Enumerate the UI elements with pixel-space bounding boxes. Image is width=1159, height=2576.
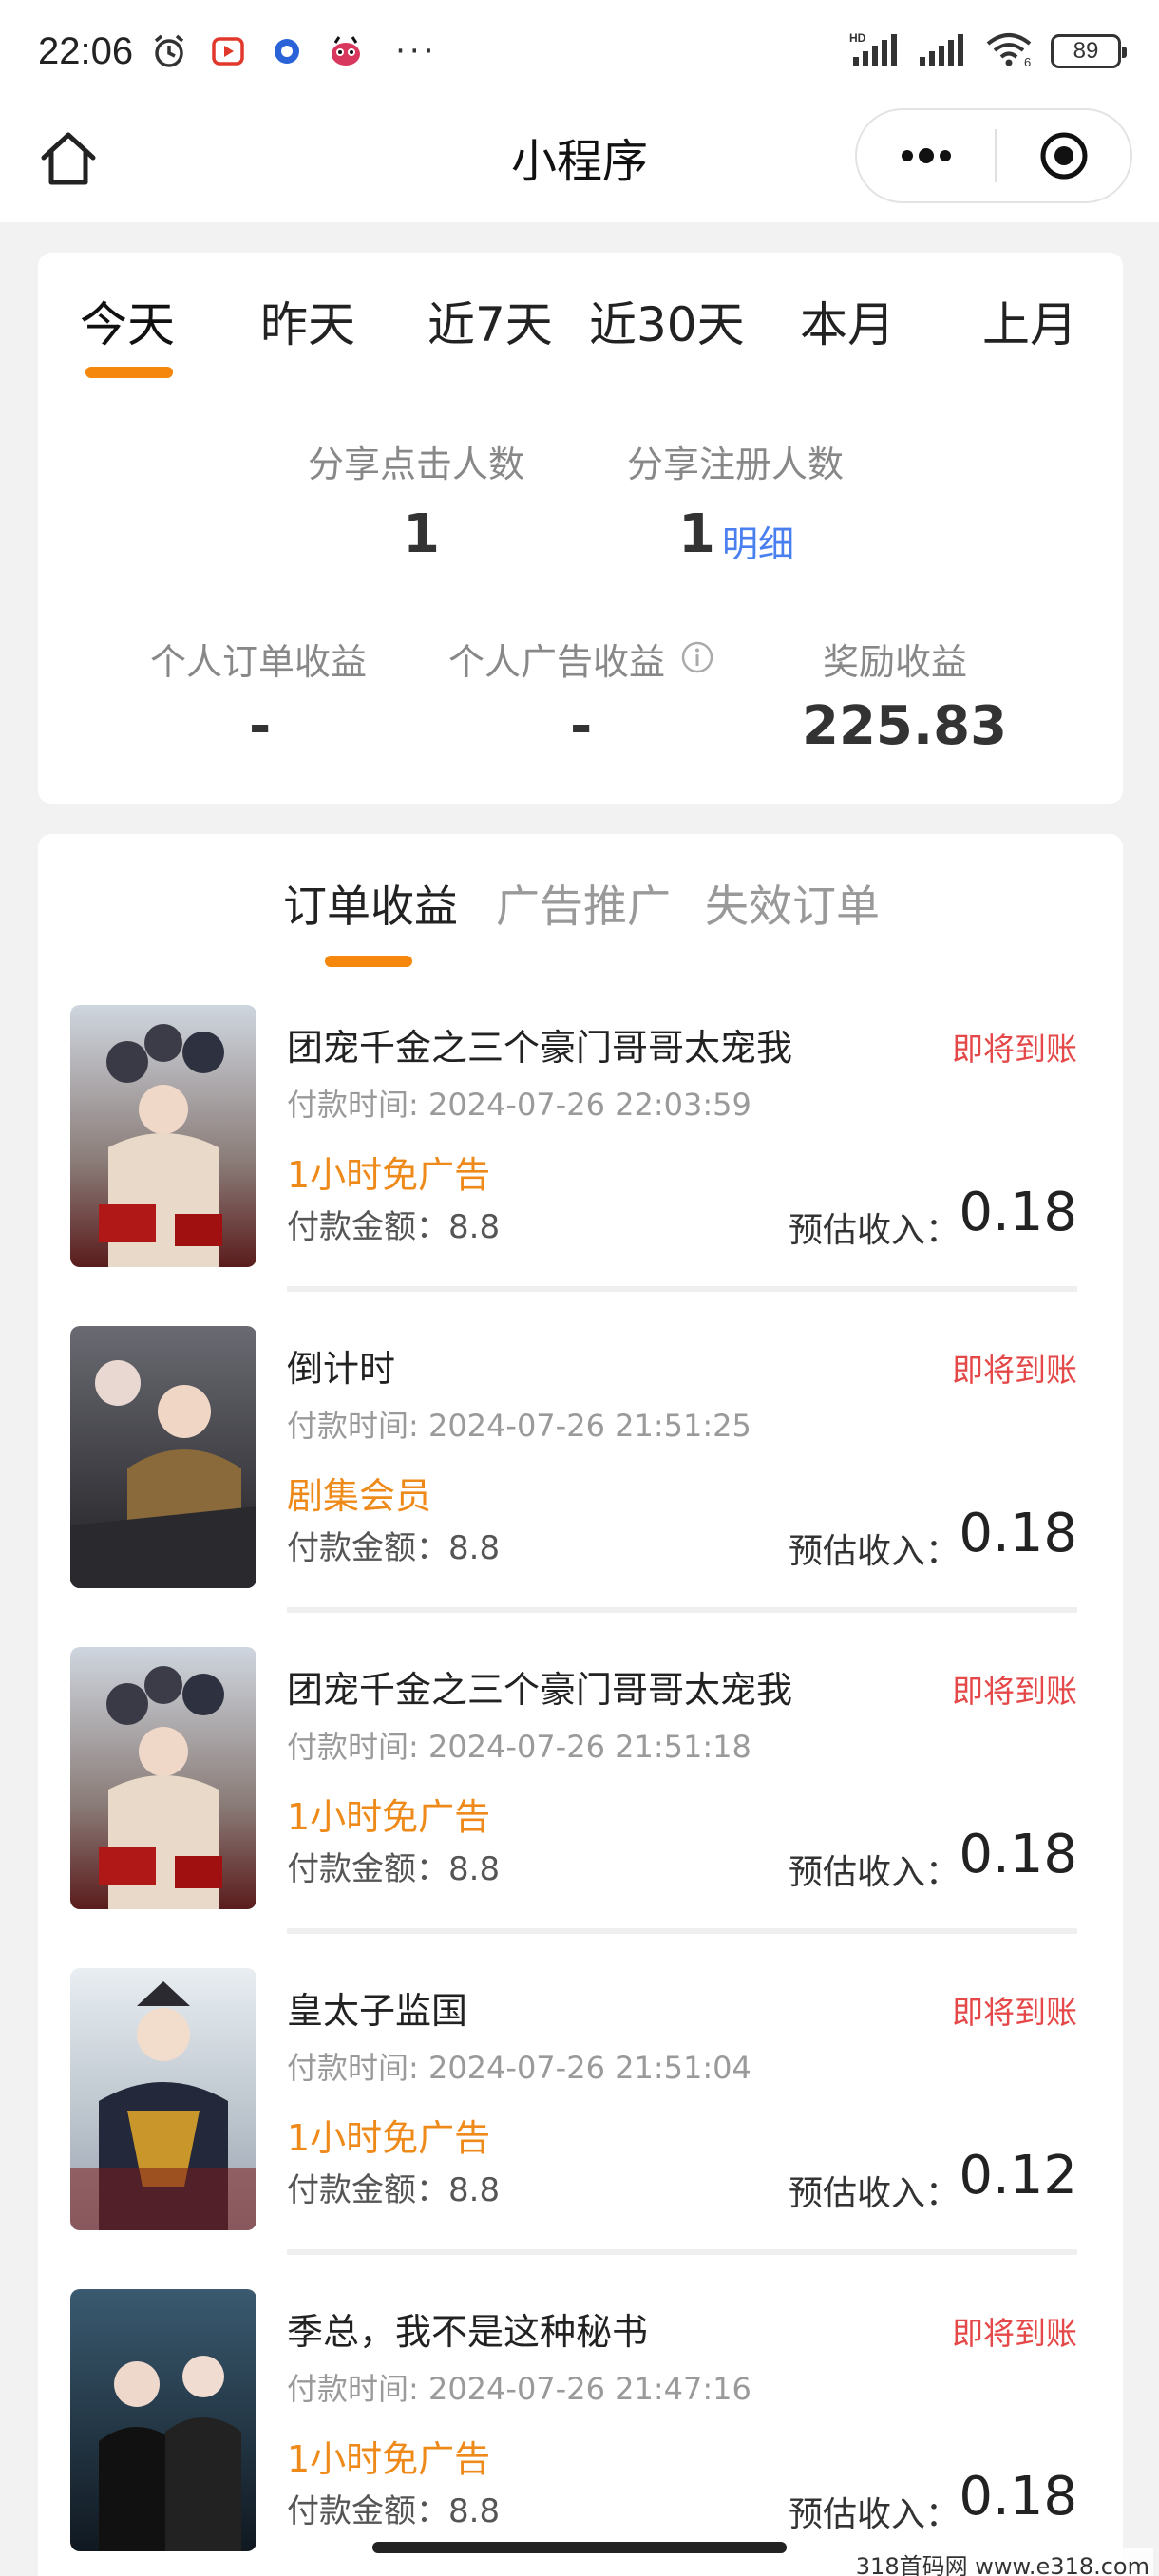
order-title: 团宠千金之三个豪门哥哥太宠我	[287, 1669, 793, 1711]
stats-card: 今天 昨天 近7天 近30天 本月 上月 分享点击人数 1 分享注册人数 1 明…	[38, 253, 1123, 804]
order-divider	[287, 1928, 1077, 1934]
tab-last-month[interactable]: 上月	[982, 287, 1077, 355]
drama-poster	[70, 1326, 256, 1588]
orders-card: 订单收益 广告推广 失效订单 团宠千金之三个豪门哥哥太宠我 即将到账 付款时间:…	[38, 834, 1123, 2576]
nav-bar: 小程序	[0, 103, 1159, 222]
order-pay-time: 付款时间: 2024-07-26 21:51:04	[287, 2050, 751, 2086]
info-icon[interactable]	[680, 640, 714, 674]
share-signups-label: 分享注册人数	[627, 444, 845, 485]
order-pay-time: 付款时间: 2024-07-26 21:47:16	[287, 2371, 751, 2407]
order-title: 皇太子监国	[287, 1990, 468, 2032]
order-type: 1小时免广告	[287, 1154, 491, 1196]
tab-30-days[interactable]: 近30天	[589, 287, 745, 355]
drama-poster	[70, 1968, 256, 2230]
order-income-label: 预估收入：	[788, 1211, 960, 1250]
personal-ad-income-label: 个人广告收益	[448, 641, 666, 683]
order-item[interactable]: 皇太子监国 即将到账 付款时间: 2024-07-26 21:51:04 1小时…	[70, 1968, 1092, 2270]
reward-income-value: 225.83	[802, 695, 1008, 757]
detail-link[interactable]: 明细	[722, 515, 794, 567]
order-type: 剧集会员	[287, 1475, 432, 1517]
tab-invalid-orders[interactable]: 失效订单	[705, 872, 880, 935]
status-notification-icons: ···	[150, 32, 437, 70]
personal-ad-income-value: -	[570, 695, 593, 757]
order-item[interactable]: 季总，我不是这种秘书 即将到账 付款时间: 2024-07-26 21:47:1…	[70, 2289, 1092, 2576]
tab-yesterday[interactable]: 昨天	[260, 287, 355, 355]
order-pay-time: 付款时间: 2024-07-26 21:51:18	[287, 1729, 751, 1765]
order-amount: 付款金额：8.8	[287, 2171, 501, 2209]
order-pay-time: 付款时间: 2024-07-26 22:03:59	[287, 1087, 751, 1123]
svg-text:HD: HD	[849, 31, 866, 45]
tab-order-income[interactable]: 订单收益	[283, 872, 458, 935]
drama-poster	[70, 1647, 256, 1909]
order-tabs: 订单收益 广告推广 失效订单	[38, 872, 1123, 967]
more-notifications-icon: ···	[395, 32, 438, 70]
order-type: 1小时免广告	[287, 2438, 491, 2480]
status-bar: 22:06 ··· HD 6 89	[0, 0, 1159, 103]
order-income-value: 0.18	[959, 1824, 1077, 1885]
order-amount: 付款金额：8.8	[287, 1208, 501, 1246]
order-title: 季总，我不是这种秘书	[287, 2311, 649, 2353]
order-income-label: 预估收入：	[788, 2174, 960, 2213]
order-income-label: 预估收入：	[788, 2495, 960, 2534]
order-divider	[287, 1286, 1077, 1292]
order-status-badge: 即将到账	[952, 1031, 1077, 1068]
period-tabs: 今天 昨天 近7天 近30天 本月 上月	[38, 287, 1123, 382]
order-status-badge: 即将到账	[952, 1994, 1077, 2031]
signal-icon: HD	[849, 30, 902, 72]
order-item[interactable]: 倒计时 即将到账 付款时间: 2024-07-26 21:51:25 剧集会员 …	[70, 1326, 1092, 1628]
order-income-label: 预估收入：	[788, 1532, 960, 1571]
order-title: 倒计时	[287, 1348, 396, 1390]
order-income-value: 0.18	[959, 2466, 1077, 2528]
watermark: 318首码网 www.e318.com	[851, 2548, 1153, 2576]
tab-7-days[interactable]: 近7天	[428, 287, 553, 355]
video-app-icon	[209, 32, 247, 70]
order-status-badge: 即将到账	[952, 1673, 1077, 1710]
order-divider	[287, 2249, 1077, 2255]
order-income-value: 0.18	[959, 1182, 1077, 1243]
alarm-icon	[150, 32, 188, 70]
order-status-badge: 即将到账	[952, 2315, 1077, 2352]
svg-text:6: 6	[1024, 55, 1031, 68]
order-status-badge: 即将到账	[952, 1352, 1077, 1389]
reward-income-label: 奖励收益	[823, 641, 968, 683]
order-amount: 付款金额：8.8	[287, 1850, 501, 1888]
active-tab-indicator	[86, 367, 173, 378]
share-clicks-label: 分享点击人数	[308, 444, 525, 485]
active-order-tab-indicator	[325, 956, 412, 967]
share-signups-value: 1	[678, 503, 715, 565]
more-dots-icon	[901, 148, 951, 163]
wifi-icon: 6	[984, 30, 1036, 72]
battery-indicator: 89	[1051, 34, 1127, 68]
order-amount: 付款金额：8.8	[287, 1529, 501, 1567]
order-item[interactable]: 团宠千金之三个豪门哥哥太宠我 即将到账 付款时间: 2024-07-26 21:…	[70, 1647, 1092, 1949]
order-divider	[287, 1607, 1077, 1613]
home-indicator[interactable]	[372, 2542, 787, 2553]
order-type: 1小时免广告	[287, 1796, 491, 1838]
order-income-value: 0.12	[959, 2145, 1077, 2207]
more-menu-button[interactable]	[857, 110, 995, 201]
drama-poster	[70, 2289, 256, 2551]
signal-2-icon	[918, 30, 969, 72]
target-close-icon	[1040, 132, 1087, 180]
order-item[interactable]: 团宠千金之三个豪门哥哥太宠我 即将到账 付款时间: 2024-07-26 22:…	[70, 1005, 1092, 1307]
status-system-icons: HD 6 89	[849, 30, 1127, 72]
order-pay-time: 付款时间: 2024-07-26 21:51:25	[287, 1408, 751, 1444]
personal-order-income-value: -	[249, 695, 272, 757]
miniprogram-capsule	[855, 108, 1132, 203]
order-type: 1小时免广告	[287, 2117, 491, 2159]
order-amount: 付款金额：8.8	[287, 2492, 501, 2530]
status-time: 22:06	[38, 29, 134, 72]
app-notification-icon	[268, 32, 306, 70]
share-clicks-value: 1	[403, 503, 440, 565]
drama-poster	[70, 1005, 256, 1267]
order-title: 团宠千金之三个豪门哥哥太宠我	[287, 1027, 793, 1069]
mascot-app-icon	[327, 32, 365, 70]
close-miniprogram-button[interactable]	[997, 110, 1130, 201]
tab-this-month[interactable]: 本月	[800, 287, 895, 355]
order-income-label: 预估收入：	[788, 1853, 960, 1892]
tab-ad-promotion[interactable]: 广告推广	[496, 872, 671, 935]
personal-order-income-label: 个人订单收益	[150, 641, 368, 683]
tab-today[interactable]: 今天	[80, 287, 175, 355]
order-income-value: 0.18	[959, 1503, 1077, 1564]
